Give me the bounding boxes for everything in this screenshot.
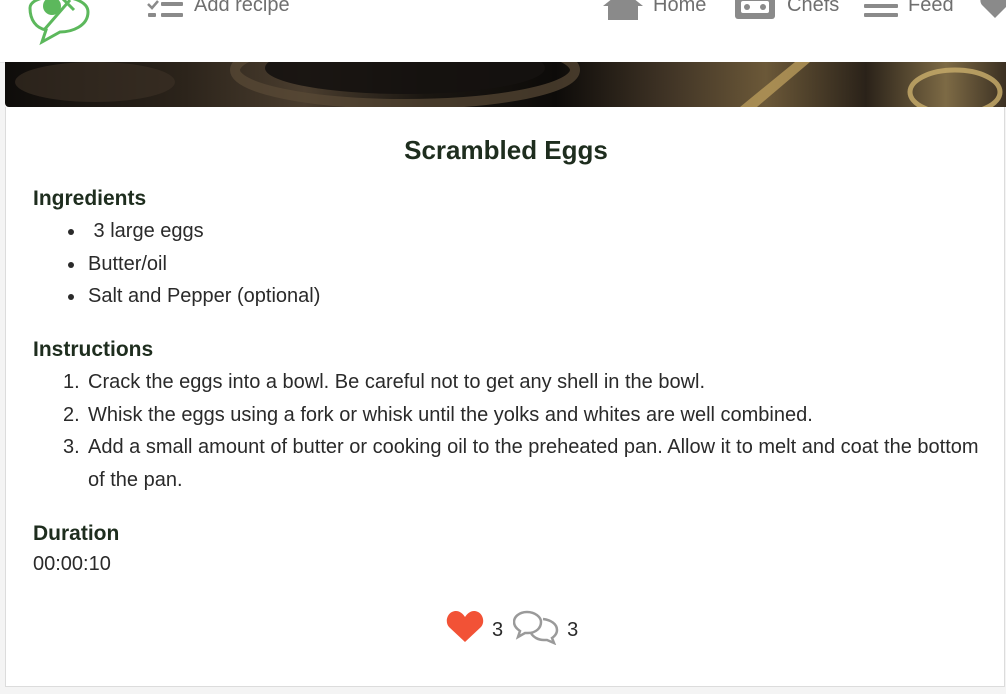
list-item: Salt and Pepper (optional) [33,280,993,313]
duration-value: 00:00:10 [33,553,111,575]
comment-icon [512,610,559,646]
list-item: 3 large eggs [33,215,993,248]
ingredient-text: 3 large eggs [88,220,204,242]
nav-chefs[interactable]: Chefs [733,0,839,22]
nav-add-recipe[interactable]: Add recipe [146,0,290,22]
chef-stove-icon [733,0,777,21]
nav-add-recipe-label: Add recipe [194,0,290,16]
nav-favorites[interactable] [980,0,1006,22]
ingredients-heading: Ingredients [33,187,147,210]
top-navbar: Add recipe Home Chefs Feed [0,0,1006,63]
checklist-icon [146,0,184,20]
list-item: 2. Whisk the eggs using a fork or whisk u… [63,403,813,426]
likes-count: 3 [492,618,504,641]
recipe-title: Scrambled Eggs [404,135,608,165]
instruction-text: Crack the eggs into a bowl. Be careful n… [88,371,706,393]
ingredients-list: 3 large eggs Butter/oil Salt and Pepper … [33,215,993,313]
heart-icon [980,0,1006,20]
like-button[interactable] [446,610,484,650]
recipe-hero-image [5,62,1006,107]
instruction-text: Add a small amount of butter or cooking … [88,436,979,491]
nav-home[interactable]: Home [603,0,706,22]
instructions-list: 1. Crack the eggs into a bowl. Be careful… [33,366,993,496]
comments-button[interactable] [512,609,559,651]
ingredient-text: Salt and Pepper (optional) [88,285,321,307]
home-icon [603,0,643,20]
nav-feed[interactable]: Feed [864,0,954,22]
instruction-text: Whisk the eggs using a fork or whisk unt… [88,403,813,426]
duration-heading: Duration [33,522,120,545]
instructions-heading: Instructions [33,338,154,361]
comments-count: 3 [567,618,579,641]
nav-chefs-label: Chefs [787,0,840,16]
logo-icon[interactable] [22,0,96,46]
nav-home-label: Home [653,0,707,16]
ingredient-text: Butter/oil [88,252,167,275]
heart-icon [446,611,484,642]
list-item: Butter/oil [33,248,993,281]
feed-lines-icon [864,0,898,20]
list-item: 1. Crack the eggs into a bowl. Be careful… [63,371,706,393]
list-item: 3. Add a small amount of butter or cookin… [63,436,979,491]
recipe-card: Scrambled Eggs Ingredients 3 large eggs … [5,107,1005,687]
nav-feed-label: Feed [908,0,954,16]
recipe-actions: 3 3 [446,610,588,650]
